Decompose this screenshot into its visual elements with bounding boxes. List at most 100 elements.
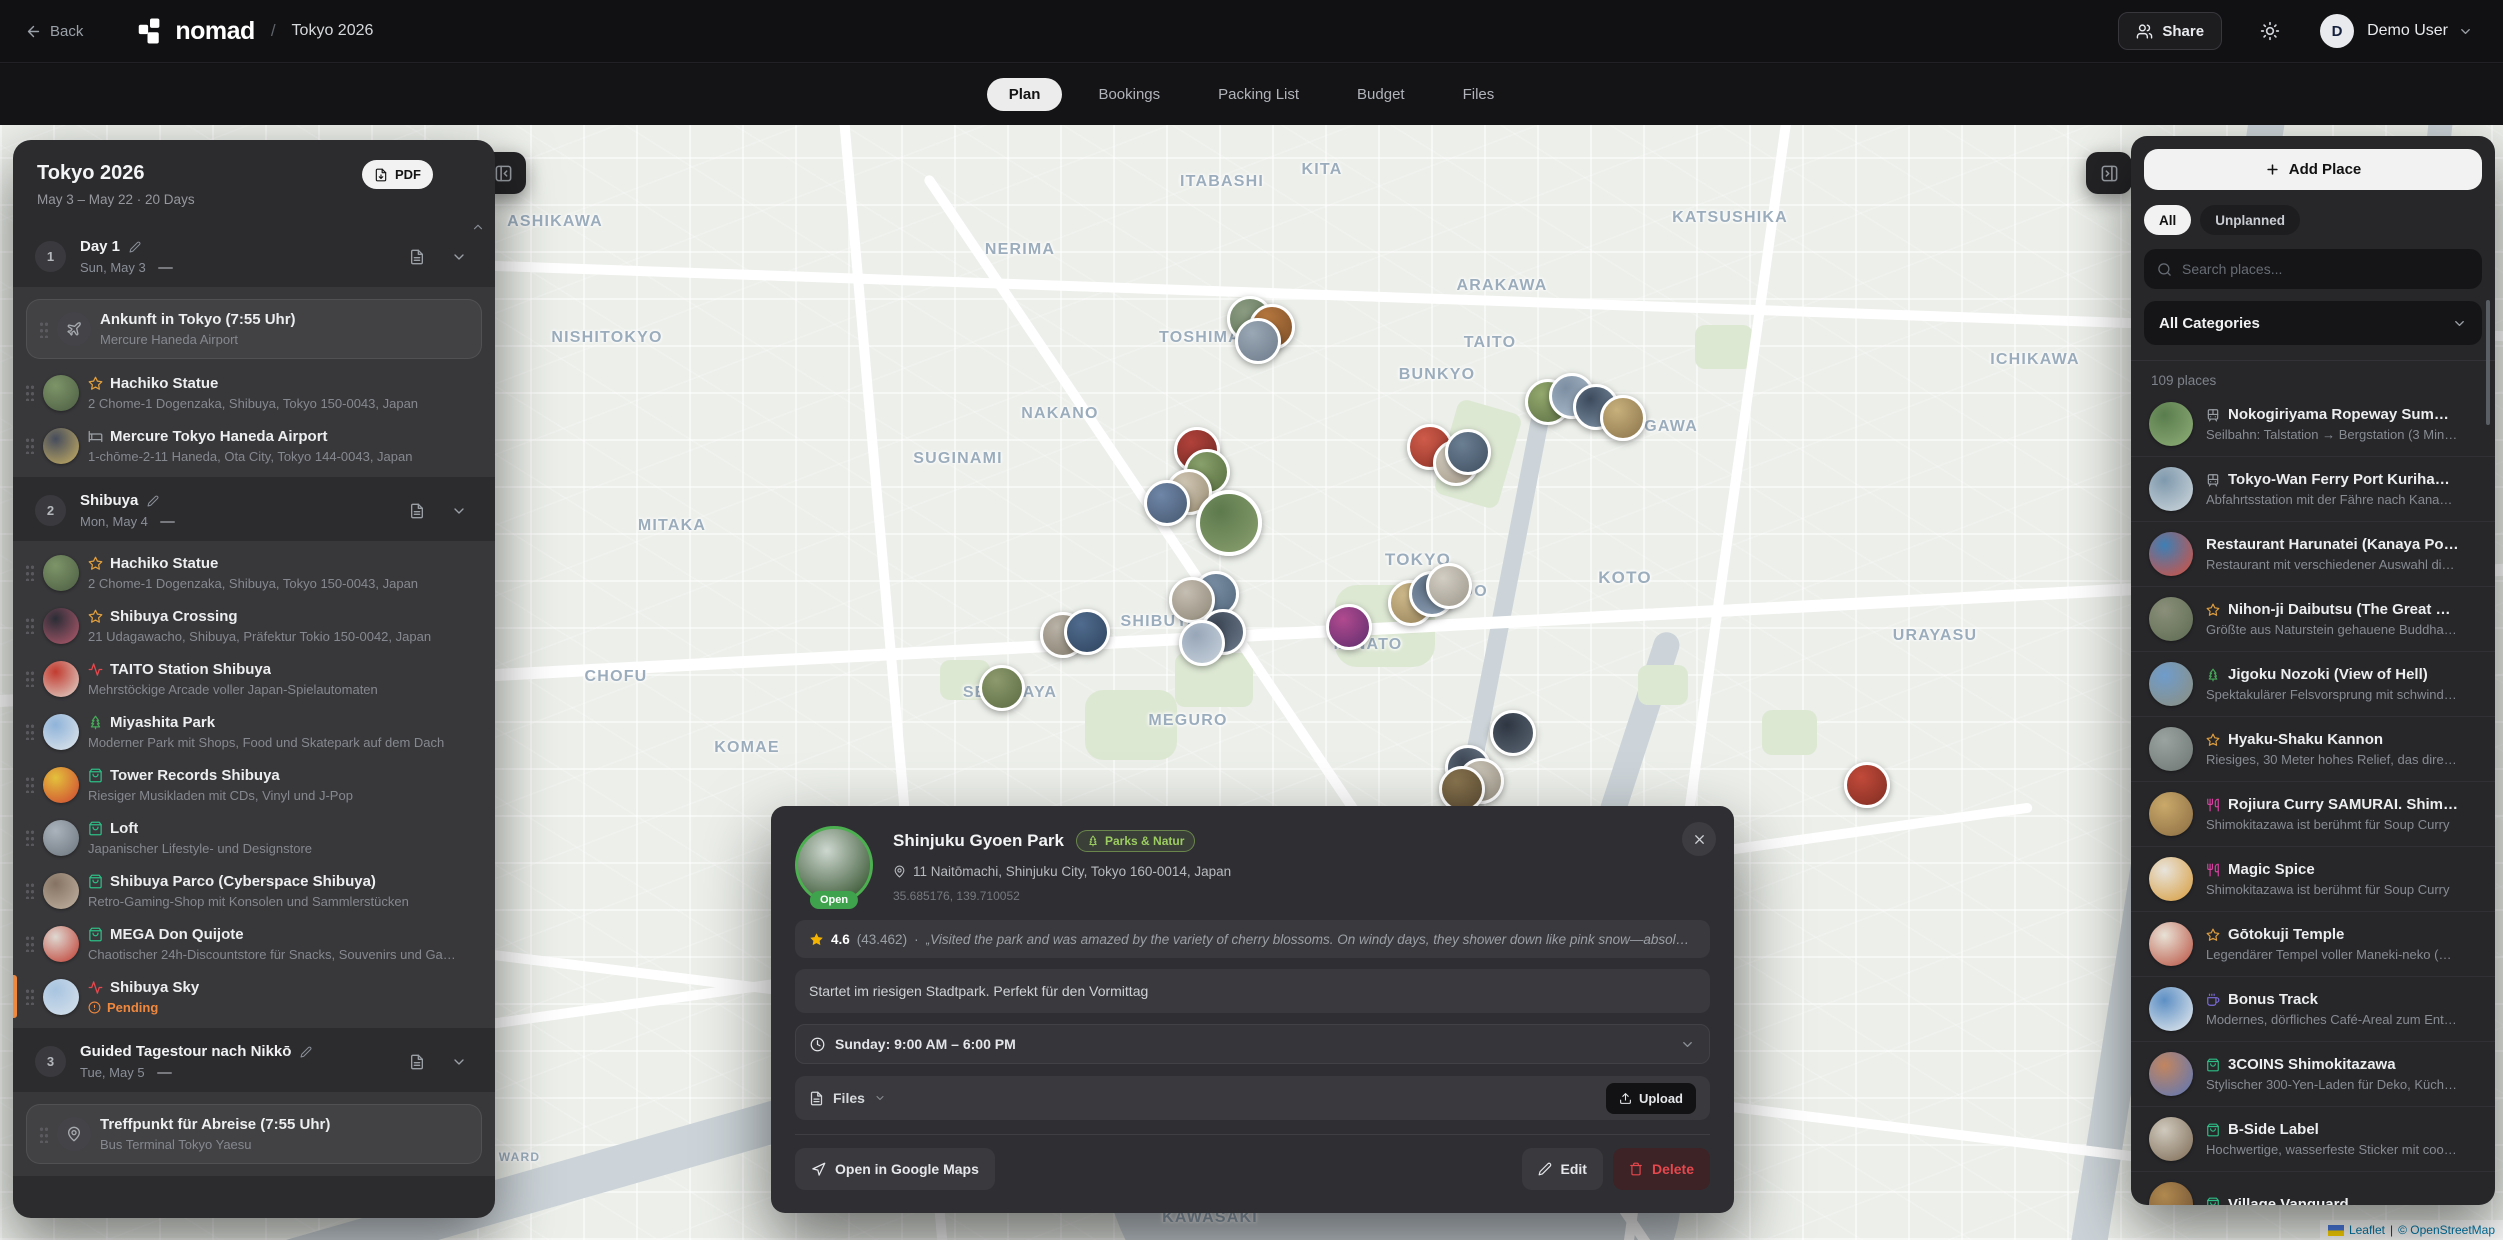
category-filter-label: All Categories bbox=[2159, 315, 2260, 332]
share-button[interactable]: Share bbox=[2118, 12, 2222, 50]
osm-link[interactable]: © OpenStreetMap bbox=[2398, 1223, 2495, 1237]
itinerary-place-row[interactable]: Shibuya SkyPending bbox=[13, 970, 495, 1023]
map-marker[interactable] bbox=[1064, 609, 1110, 655]
itinerary-place-row[interactable]: Shibuya Parco (Cyberspace Shibuya)Retro-… bbox=[13, 864, 495, 917]
itinerary-note-card[interactable]: Treffpunkt für Abreise (7:55 Uhr) Bus Te… bbox=[26, 1104, 482, 1164]
itinerary-place-row[interactable]: Mercure Tokyo Haneda Airport1-chōme-2-11… bbox=[13, 419, 495, 472]
place-list-item[interactable]: 3COINS ShimokitazawaStylischer 300-Yen-L… bbox=[2131, 1041, 2495, 1106]
place-list-item[interactable]: Nokogiriyama Ropeway Sum…Seilbahn: Talst… bbox=[2131, 392, 2495, 456]
place-list-item[interactable]: Tokyo-Wan Ferry Port Kuriha…Abfahrtsstat… bbox=[2131, 456, 2495, 521]
map-marker[interactable] bbox=[1445, 429, 1491, 475]
scrollbar-thumb[interactable] bbox=[2486, 300, 2490, 425]
place-list-item[interactable]: Jigoku Nozoki (View of Hell)Spektakuläre… bbox=[2131, 651, 2495, 716]
day-header[interactable]: 2 Shibuya Mon, May 4 bbox=[13, 477, 495, 541]
scroll-up-chevron-icon[interactable] bbox=[471, 220, 485, 234]
itinerary-place-row[interactable]: Miyashita ParkModerner Park mit Shops, F… bbox=[13, 705, 495, 758]
drag-handle-icon[interactable] bbox=[25, 670, 34, 687]
map-marker[interactable] bbox=[1326, 604, 1372, 650]
tab-budget[interactable]: Budget bbox=[1335, 78, 1427, 111]
itinerary-place-row[interactable]: LoftJapanischer Lifestyle- und Designsto… bbox=[13, 811, 495, 864]
opening-hours-row[interactable]: Sunday: 9:00 AM – 6:00 PM bbox=[795, 1024, 1710, 1064]
drag-handle-icon[interactable] bbox=[25, 882, 34, 899]
close-icon bbox=[1692, 832, 1707, 847]
files-row[interactable]: Files Upload bbox=[795, 1076, 1710, 1120]
upload-icon bbox=[1619, 1092, 1632, 1105]
tab-bookings[interactable]: Bookings bbox=[1076, 78, 1182, 111]
place-list-item[interactable]: B-Side LabelHochwertige, wasserfeste Sti… bbox=[2131, 1106, 2495, 1171]
search-box[interactable] bbox=[2144, 249, 2482, 289]
day-header[interactable]: 3 Guided Tagestour nach Nikkō Tue, May 5 bbox=[13, 1028, 495, 1092]
breadcrumb-trip-title: Tokyo 2026 bbox=[292, 22, 374, 40]
leaflet-link[interactable]: Leaflet bbox=[2349, 1223, 2385, 1237]
drag-handle-icon[interactable] bbox=[25, 437, 34, 454]
place-list-item[interactable]: Bonus TrackModernes, dörfliches Café-Are… bbox=[2131, 976, 2495, 1041]
user-menu-chevron-down-icon[interactable] bbox=[2458, 24, 2473, 39]
map-marker[interactable] bbox=[1235, 318, 1281, 364]
itinerary-place-row[interactable]: Shibuya Crossing21 Udagawacho, Shibuya, … bbox=[13, 599, 495, 652]
place-list-item[interactable]: Hyaku-Shaku KannonRiesiges, 30 Meter hoh… bbox=[2131, 716, 2495, 781]
map-marker[interactable] bbox=[1426, 563, 1472, 609]
drag-handle-icon[interactable] bbox=[25, 384, 34, 401]
edit-button[interactable]: Edit bbox=[1522, 1148, 1603, 1190]
filter-pill-all[interactable]: All bbox=[2144, 205, 2191, 235]
day-header[interactable]: 1 Day 1 Sun, May 3 bbox=[13, 223, 495, 287]
place-thumbnail bbox=[2149, 792, 2193, 836]
place-list-item[interactable]: Village Vanguard bbox=[2131, 1171, 2495, 1205]
drag-handle-icon[interactable] bbox=[25, 935, 34, 952]
upload-button[interactable]: Upload bbox=[1606, 1083, 1696, 1114]
place-list-item[interactable]: Restaurant Harunatei (Kanaya Po…Restaura… bbox=[2131, 521, 2495, 586]
delete-button[interactable]: Delete bbox=[1613, 1148, 1710, 1190]
map-marker[interactable] bbox=[1144, 480, 1190, 526]
filter-pill-unplanned[interactable]: Unplanned bbox=[2200, 205, 2300, 235]
map-marker[interactable] bbox=[1600, 395, 1646, 441]
tab-plan[interactable]: Plan bbox=[987, 78, 1063, 111]
chevron-down-icon bbox=[1680, 1037, 1695, 1052]
itinerary-place-row[interactable]: Tower Records ShibuyaRiesiger Musikladen… bbox=[13, 758, 495, 811]
map-label: KATSUSHIKA bbox=[1672, 209, 1788, 227]
drag-handle-icon[interactable] bbox=[25, 829, 34, 846]
place-list-item[interactable]: Gōtokuji TempleLegendärer Tempel voller … bbox=[2131, 911, 2495, 976]
places-count: 109 places bbox=[2131, 360, 2495, 392]
search-input[interactable] bbox=[2182, 261, 2469, 277]
itinerary-place-row[interactable]: MEGA Don QuijoteChaotischer 24h-Discount… bbox=[13, 917, 495, 970]
place-list-item[interactable]: Magic SpiceShimokitazawa ist berühmt für… bbox=[2131, 846, 2495, 911]
map-marker-selected[interactable] bbox=[1196, 490, 1262, 556]
drag-handle-icon[interactable] bbox=[25, 988, 34, 1005]
place-list-item[interactable]: Nihon-ji Daibutsu (The Great …Größte aus… bbox=[2131, 586, 2495, 651]
drag-handle-icon[interactable] bbox=[25, 723, 34, 740]
export-pdf-button[interactable]: PDF bbox=[362, 160, 433, 189]
map-marker[interactable] bbox=[979, 665, 1025, 711]
place-thumbnail bbox=[43, 608, 79, 644]
star-icon bbox=[88, 376, 103, 391]
close-button[interactable] bbox=[1682, 822, 1716, 856]
drag-handle-icon[interactable] bbox=[25, 564, 34, 581]
drag-handle-icon[interactable] bbox=[25, 776, 34, 793]
drag-handle-icon[interactable] bbox=[39, 1126, 48, 1143]
itinerary-note-card[interactable]: Ankunft in Tokyo (7:55 Uhr) Mercure Hane… bbox=[26, 299, 482, 359]
drag-handle-icon[interactable] bbox=[25, 617, 34, 634]
map-marker[interactable] bbox=[1844, 762, 1890, 808]
category-filter-dropdown[interactable]: All Categories bbox=[2144, 301, 2482, 345]
map-label: TAITO bbox=[1464, 334, 1517, 352]
add-place-button[interactable]: Add Place bbox=[2144, 149, 2482, 190]
star-icon bbox=[88, 609, 103, 624]
place-list-item[interactable]: Rojiura Curry SAMURAI. Shim…Shimokitazaw… bbox=[2131, 781, 2495, 846]
tab-files[interactable]: Files bbox=[1441, 78, 1517, 111]
note-input[interactable]: Startet im riesigen Stadtpark. Perfekt f… bbox=[795, 969, 1710, 1013]
tab-packing-list[interactable]: Packing List bbox=[1196, 78, 1321, 111]
bag-icon bbox=[2206, 1058, 2220, 1072]
theme-toggle-sun-icon[interactable] bbox=[2260, 21, 2280, 41]
day-dash bbox=[157, 1072, 172, 1074]
open-google-maps-button[interactable]: Open in Google Maps bbox=[795, 1148, 995, 1190]
map-marker[interactable] bbox=[1179, 620, 1225, 666]
back-button[interactable]: Back bbox=[25, 23, 83, 40]
drag-handle-icon[interactable] bbox=[39, 321, 48, 338]
place-coordinates: 35.685176, 139.710052 bbox=[893, 889, 1231, 903]
app-logo[interactable]: nomad bbox=[135, 16, 254, 46]
itinerary-place-row[interactable]: Hachiko Statue2 Chome-1 Dogenzaka, Shibu… bbox=[13, 546, 495, 599]
itinerary-place-row[interactable]: TAITO Station ShibuyaMehrstöckige Arcade… bbox=[13, 652, 495, 705]
avatar[interactable]: D bbox=[2320, 14, 2354, 48]
itinerary-place-row[interactable]: Hachiko Statue2 Chome-1 Dogenzaka, Shibu… bbox=[13, 366, 495, 419]
collapse-right-panel-button[interactable] bbox=[2086, 152, 2132, 194]
map-marker[interactable] bbox=[1490, 710, 1536, 756]
